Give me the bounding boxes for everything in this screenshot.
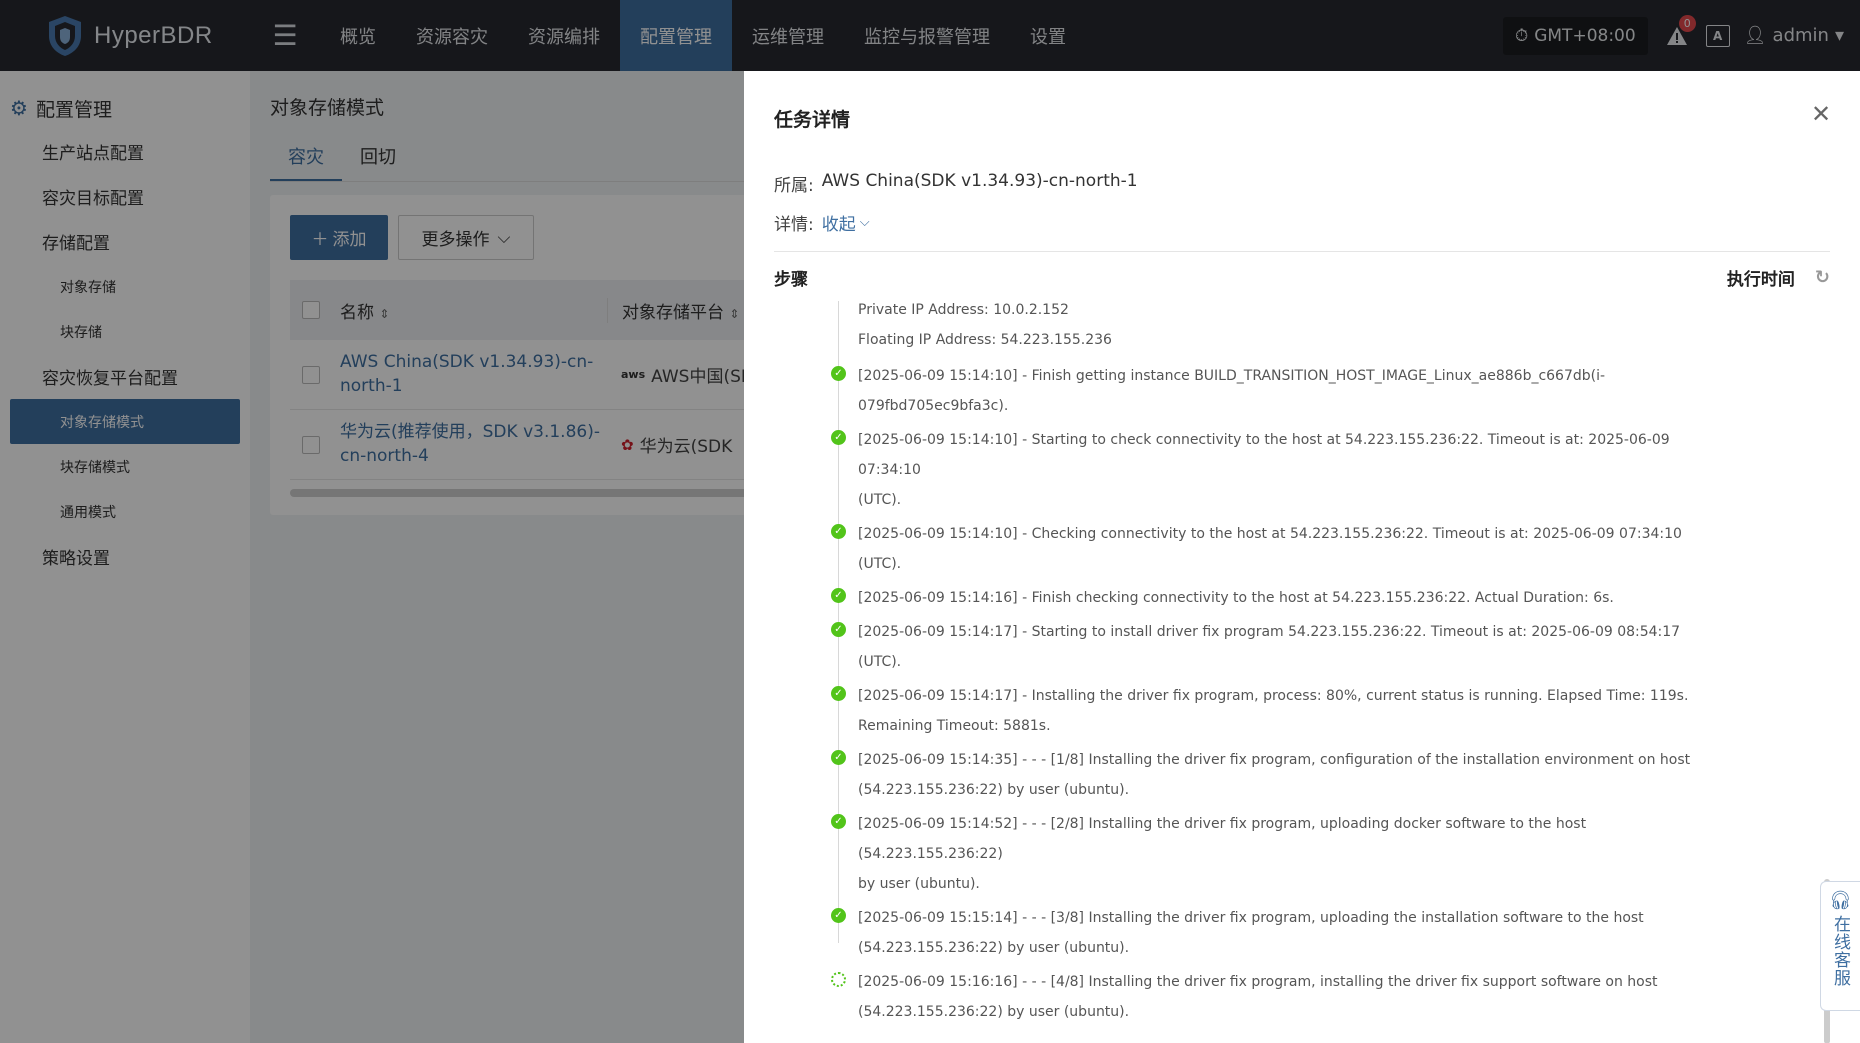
refresh-icon[interactable]: ↻: [1815, 267, 1830, 288]
step-text: [2025-06-09 15:14:17] - Starting to inst…: [858, 624, 1681, 670]
step-item: ✓ [2025-06-09 15:14:10] - Finish getting …: [774, 359, 1704, 423]
chevron-down-icon: ⌵: [859, 215, 870, 230]
step-text: Floating IP Address: 54.223.155.236: [858, 332, 1112, 348]
step-text: 079fbd705ec9bfa3c).: [858, 398, 1009, 414]
step-text: Private IP Address: 10.0.2.152: [858, 302, 1069, 318]
step-text: [2025-06-09 15:14:17] - Installing the d…: [858, 688, 1689, 704]
step-item: ✓ [2025-06-09 15:14:35] - - - [1/8] Insta…: [774, 743, 1704, 807]
steps-list[interactable]: Private IP Address: 10.0.2.152 Floating I…: [774, 301, 1834, 1036]
step-text: [2025-06-09 15:15:14] - - - [3/8] Instal…: [858, 910, 1644, 926]
headset-icon: 🎧︎: [1829, 890, 1852, 911]
details-label: 详情:: [774, 215, 814, 235]
step-text: [2025-06-09 15:14:10] - Checking connect…: [858, 526, 1682, 572]
step-item: ✓ [2025-06-09 15:14:52] - - - [2/8] Insta…: [774, 807, 1704, 901]
collapse-label: 收起: [821, 215, 856, 235]
check-circle-icon: ✓: [831, 524, 846, 539]
online-support-widget[interactable]: 🎧︎ 在线客服: [1820, 881, 1860, 1011]
step-item: ✓ [2025-06-09 15:14:16] - Finish checking…: [774, 581, 1704, 615]
step-text: Remaining Timeout: 5881s.: [858, 718, 1051, 734]
step-item: Private IP Address: 10.0.2.152 Floating I…: [774, 301, 1704, 359]
step-text: (UTC).: [858, 492, 902, 508]
step-item: ✓ [2025-06-09 15:14:17] - Starting to ins…: [774, 615, 1704, 679]
steps-label: 步骤: [774, 270, 808, 290]
step-text: (54.223.155.236:22) by user (ubuntu).: [858, 782, 1130, 798]
check-circle-icon: ✓: [831, 814, 846, 829]
drawer-title: 任务详情: [774, 109, 851, 131]
check-circle-icon: ✓: [831, 908, 846, 923]
step-text: [2025-06-09 15:14:16] - Finish checking …: [858, 590, 1614, 606]
belongs-label: 所属:: [774, 176, 814, 196]
collapse-toggle[interactable]: 收起 ⌵: [822, 210, 870, 235]
step-item: ✓ [2025-06-09 15:14:17] - Installing the …: [774, 679, 1704, 743]
step-text: [2025-06-09 15:16:16] - - - [4/8] Instal…: [858, 974, 1658, 990]
step-text: [2025-06-09 15:14:35] - - - [1/8] Instal…: [858, 752, 1691, 768]
close-icon[interactable]: ✕: [1806, 99, 1836, 129]
step-text: by user (ubuntu).: [858, 876, 980, 892]
step-item: ✓ [2025-06-09 15:14:10] - Starting to che…: [774, 423, 1704, 517]
step-text: (54.223.155.236:22) by user (ubuntu).: [858, 940, 1130, 956]
belongs-value: AWS China(SDK v1.34.93)-cn-north-1: [821, 171, 1138, 191]
exec-time-label: 执行时间: [1726, 270, 1795, 290]
check-circle-icon: ✓: [831, 622, 846, 637]
check-circle-icon: ✓: [831, 588, 846, 603]
details-row: 详情: 收起 ⌵: [774, 210, 870, 235]
online-support-label: 在线客服: [1830, 915, 1850, 987]
step-item: ✓ [2025-06-09 15:15:14] - - - [3/8] Insta…: [774, 901, 1704, 965]
check-circle-icon: ✓: [831, 686, 846, 701]
step-text: [2025-06-09 15:14:10] - Starting to chec…: [858, 432, 1670, 478]
task-detail-drawer: 任务详情 ✕ 所属: AWS China(SDK v1.34.93)-cn-no…: [744, 71, 1860, 1043]
steps-header: 步骤 执行时间 ↻: [774, 265, 1830, 290]
step-text: [2025-06-09 15:14:52] - - - [2/8] Instal…: [858, 816, 1587, 862]
loading-icon: [831, 972, 846, 987]
step-text: (54.223.155.236:22) by user (ubuntu).: [858, 1004, 1130, 1020]
check-circle-icon: ✓: [831, 366, 846, 381]
step-item: ✓ [2025-06-09 15:14:10] - Checking connec…: [774, 517, 1704, 581]
step-item: [2025-06-09 15:16:16] - - - [4/8] Instal…: [774, 965, 1704, 1029]
step-text: [2025-06-09 15:14:10] - Finish getting i…: [858, 368, 1606, 384]
divider: [774, 251, 1830, 252]
check-circle-icon: ✓: [831, 750, 846, 765]
check-circle-icon: ✓: [831, 430, 846, 445]
belongs-row: 所属: AWS China(SDK v1.34.93)-cn-north-1: [774, 171, 1138, 196]
